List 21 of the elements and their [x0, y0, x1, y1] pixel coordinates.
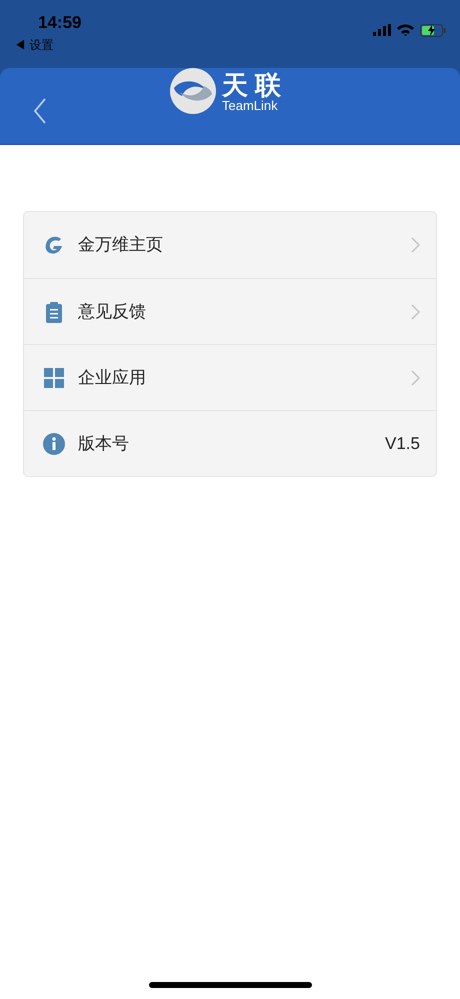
menu-item-label: 企业应用: [78, 366, 147, 389]
wifi-icon: [397, 24, 414, 36]
chevron-right-icon: [411, 304, 420, 320]
menu-item-label: 意见反馈: [78, 300, 147, 323]
grid-icon: [44, 368, 64, 388]
battery-icon: [420, 24, 446, 37]
back-chevron-icon[interactable]: [33, 98, 47, 124]
chevron-right-icon: [411, 237, 420, 253]
signal-icon: [373, 24, 391, 36]
logo-title: 天 联: [222, 70, 282, 98]
chevron-right-icon: [411, 370, 420, 386]
menu-item[interactable]: 意见反馈: [24, 278, 436, 344]
info-icon: [43, 432, 65, 454]
logo-subtitle: TeamLink: [222, 98, 278, 112]
version-value: V1.5: [385, 432, 420, 455]
menu-item-label: 版本号: [78, 432, 130, 455]
clock: 14:59: [38, 12, 82, 34]
menu-item[interactable]: 金万维主页: [24, 212, 436, 278]
menu-item-label: 金万维主页: [78, 234, 164, 256]
clipboard-icon: [45, 300, 63, 322]
letter-g-logo-icon: [43, 234, 65, 256]
